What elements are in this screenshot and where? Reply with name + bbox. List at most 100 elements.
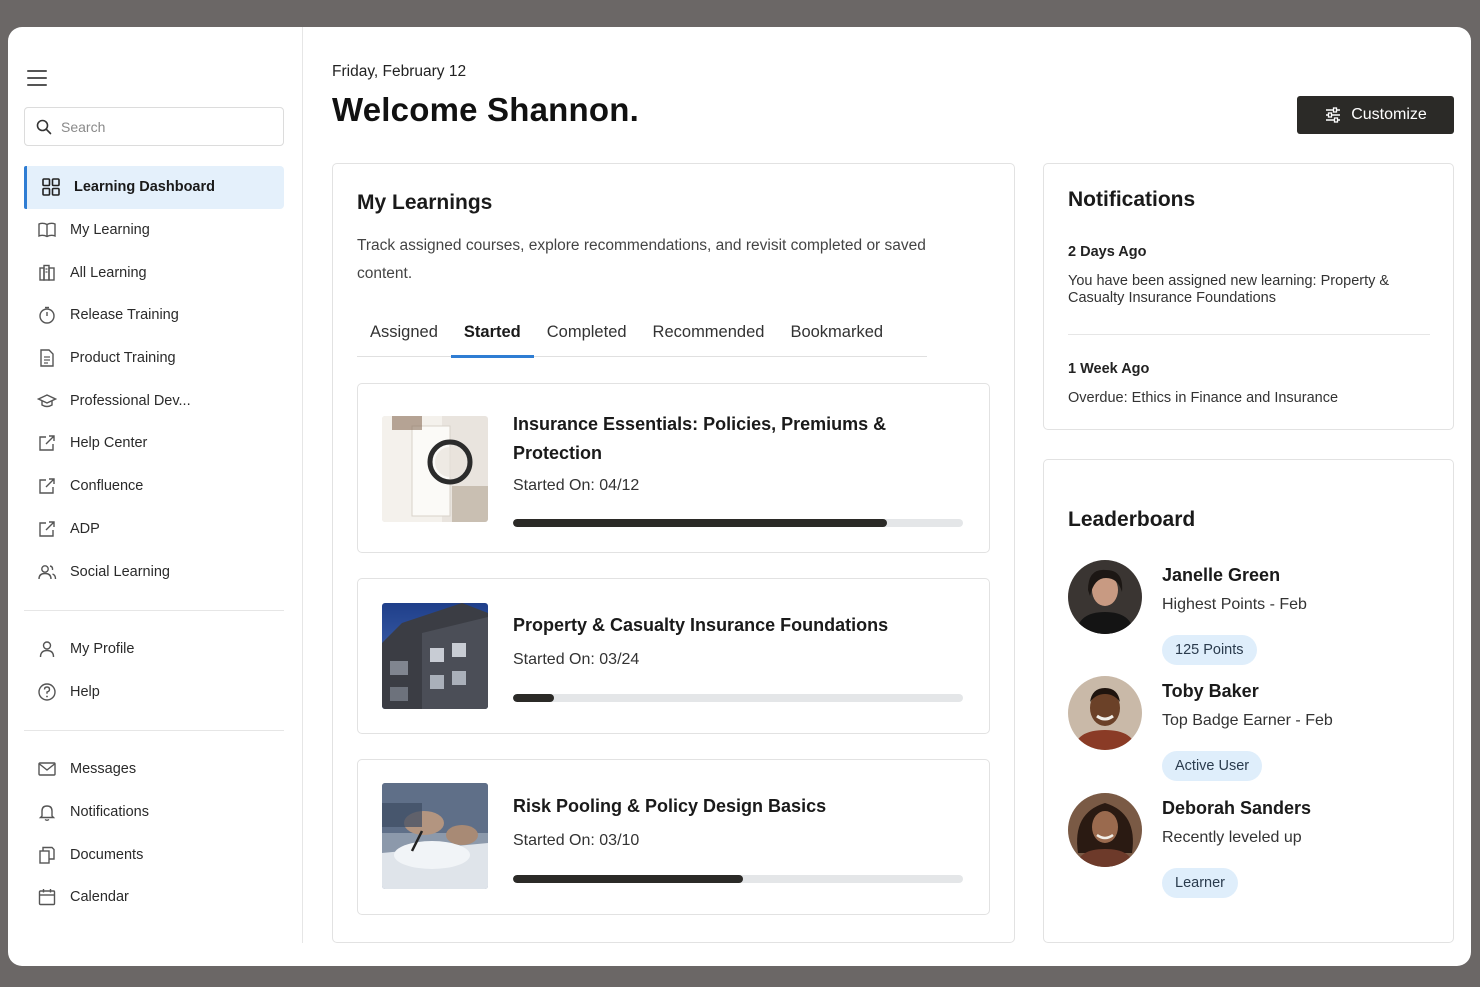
leaderboard-entry[interactable]: Janelle Green Highest Points - Feb 125 P…: [1068, 560, 1438, 670]
notification-message[interactable]: You have been assigned new learning: Pro…: [1068, 273, 1418, 307]
external-link-icon: [36, 432, 58, 454]
course-card[interactable]: Insurance Essentials: Policies, Premiums…: [357, 383, 990, 553]
leader-badge: Active User: [1162, 751, 1263, 781]
nav-item-label: Calendar: [70, 889, 129, 906]
customize-button[interactable]: Customize: [1297, 96, 1454, 134]
sidebar: Learning Dashboard My Learning All Learn…: [8, 27, 303, 943]
tab-completed[interactable]: Completed: [534, 317, 640, 357]
user-icon: [36, 638, 58, 660]
avatar: [1068, 793, 1142, 867]
sliders-icon: [1326, 107, 1341, 123]
graduation-cap-icon: [36, 390, 58, 412]
library-icon: [36, 262, 58, 284]
external-link-icon: [36, 475, 58, 497]
utility-nav: Messages Notifications Documents Calenda…: [24, 748, 284, 919]
nav-item-label: Help Center: [70, 435, 148, 452]
nav-item-label: Messages: [70, 761, 137, 778]
nav-item-product-training[interactable]: Product Training: [24, 337, 284, 380]
notification-message[interactable]: Overdue: Ethics in Finance and Insurance: [1068, 390, 1418, 407]
search-input[interactable]: [61, 118, 261, 135]
users-icon: [36, 561, 58, 583]
bell-icon: [36, 801, 58, 823]
calendar-icon: [36, 886, 58, 908]
help-circle-icon: [36, 681, 58, 703]
nav-item-confluence[interactable]: Confluence: [24, 465, 284, 508]
leader-achievement: Highest Points - Feb: [1162, 596, 1307, 613]
tab-started[interactable]: Started: [450, 317, 534, 358]
nav-divider: [24, 610, 284, 611]
leader-achievement: Recently leveled up: [1162, 829, 1302, 846]
menu-icon[interactable]: [27, 70, 47, 86]
nav-item-learning-dashboard[interactable]: Learning Dashboard: [24, 166, 284, 209]
course-card[interactable]: Property & Casualty Insurance Foundation…: [357, 578, 990, 734]
nav-item-all-learning[interactable]: All Learning: [24, 251, 284, 294]
customize-label: Customize: [1351, 106, 1427, 123]
nav-item-help[interactable]: Help: [24, 671, 284, 714]
nav-item-label: My Profile: [70, 641, 135, 658]
notifications-title: Notifications: [1068, 188, 1196, 211]
my-learnings-title: My Learnings: [357, 191, 493, 214]
book-icon: [36, 219, 58, 241]
course-progress-fill: [513, 519, 887, 527]
main-nav: Learning Dashboard My Learning All Learn…: [24, 166, 284, 593]
nav-item-label: ADP: [70, 520, 100, 537]
tab-assigned[interactable]: Assigned: [357, 317, 451, 357]
leaderboard-card: Leaderboard Janelle Green Highest Points…: [1043, 459, 1454, 943]
avatar: [1068, 560, 1142, 634]
leader-badge: Learner: [1162, 868, 1238, 898]
course-thumbnail: [382, 783, 488, 889]
nav-divider: [24, 730, 284, 731]
external-link-icon: [36, 518, 58, 540]
nav-item-release-training[interactable]: Release Training: [24, 294, 284, 337]
nav-item-label: Confluence: [70, 478, 144, 495]
course-progress-bar: [513, 694, 963, 702]
nav-item-label: Social Learning: [70, 563, 170, 580]
notifications-card: Notifications 2 Days Ago You have been a…: [1043, 163, 1454, 430]
app-window: Learning Dashboard My Learning All Learn…: [8, 27, 1471, 966]
nav-item-social-learning[interactable]: Social Learning: [24, 550, 284, 593]
nav-item-label: Documents: [70, 846, 144, 863]
document-icon: [36, 347, 58, 369]
nav-item-professional-dev[interactable]: Professional Dev...: [24, 379, 284, 422]
course-title: Insurance Essentials: Policies, Premiums…: [513, 414, 887, 463]
course-started-date: Started On: 03/10: [513, 832, 640, 849]
leader-name: Deborah Sanders: [1162, 798, 1312, 818]
nav-item-adp[interactable]: ADP: [24, 508, 284, 551]
leaderboard-entry[interactable]: Deborah Sanders Recently leveled up Lear…: [1068, 793, 1438, 903]
nav-item-label: My Learning: [70, 222, 150, 239]
avatar: [1068, 676, 1142, 750]
course-progress-fill: [513, 694, 554, 702]
nav-item-label: All Learning: [70, 264, 147, 281]
nav-item-help-center[interactable]: Help Center: [24, 422, 284, 465]
search-box[interactable]: [24, 107, 284, 146]
nav-item-label: Notifications: [70, 804, 149, 821]
nav-item-calendar[interactable]: Calendar: [24, 876, 284, 919]
course-card[interactable]: Risk Pooling & Policy Design Basics Star…: [357, 759, 990, 915]
leaderboard-entry[interactable]: Toby Baker Top Badge Earner - Feb Active…: [1068, 676, 1438, 786]
tab-recommended[interactable]: Recommended: [640, 317, 778, 357]
nav-item-documents[interactable]: Documents: [24, 833, 284, 876]
nav-item-label: Professional Dev...: [70, 392, 191, 409]
mail-icon: [36, 758, 58, 780]
leaderboard-title: Leaderboard: [1068, 508, 1196, 531]
course-progress-bar: [513, 519, 963, 527]
course-progress-bar: [513, 875, 963, 883]
grid-icon: [40, 176, 62, 198]
leader-name: Toby Baker: [1162, 681, 1259, 701]
nav-item-notifications[interactable]: Notifications: [24, 791, 284, 834]
documents-icon: [36, 844, 58, 866]
course-started-date: Started On: 03/24: [513, 651, 640, 668]
notification-time: 2 Days Ago: [1068, 244, 1147, 260]
nav-item-messages[interactable]: Messages: [24, 748, 284, 791]
search-icon: [36, 119, 52, 134]
my-learnings-description: Track assigned courses, explore recommen…: [357, 237, 926, 282]
course-progress-fill: [513, 875, 743, 883]
learning-tabs: Assigned Started Completed Recommended B…: [357, 317, 927, 358]
tab-bookmarked[interactable]: Bookmarked: [777, 317, 896, 357]
nav-item-my-learning[interactable]: My Learning: [24, 209, 284, 252]
nav-item-label: Product Training: [70, 350, 176, 367]
notification-divider: [1068, 334, 1430, 335]
notification-time: 1 Week Ago: [1068, 361, 1150, 377]
nav-item-my-profile[interactable]: My Profile: [24, 628, 284, 671]
course-title: Property & Casualty Insurance Foundation…: [513, 615, 889, 635]
